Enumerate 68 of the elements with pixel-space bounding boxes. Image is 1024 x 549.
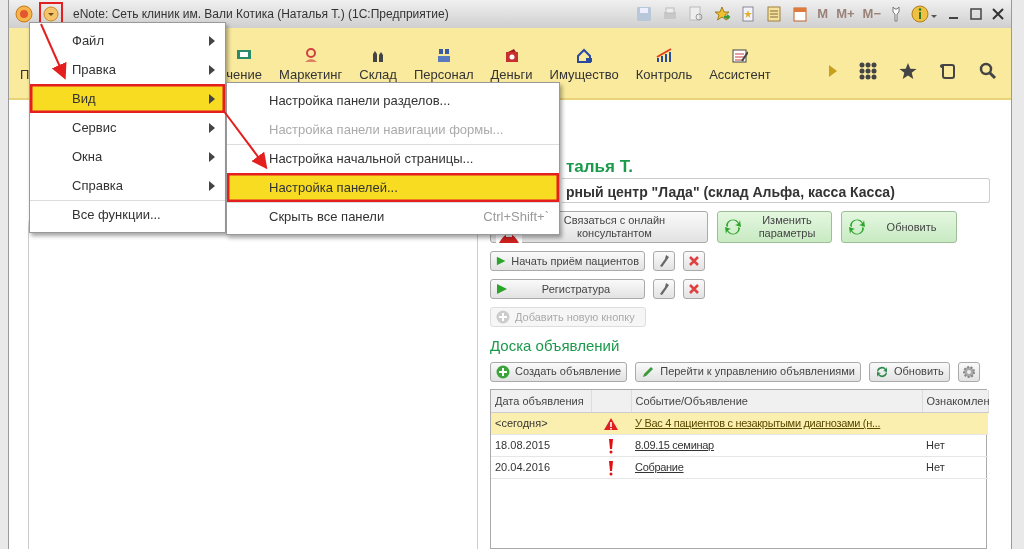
plus-icon <box>496 310 510 324</box>
table-cell: <сегодня> <box>495 417 548 429</box>
menu-item[interactable]: Настройка панелей... <box>227 173 559 202</box>
section-tab[interactable]: Персонал <box>413 46 474 84</box>
section-tab[interactable]: П <box>20 64 30 84</box>
table-cell: 18.08.2015 <box>495 438 551 451</box>
menu-item[interactable]: Настройка панели разделов... <box>227 86 559 115</box>
settings-icon <box>961 364 976 379</box>
settings-button[interactable] <box>957 361 980 382</box>
toolbar-button[interactable]: Перейти к управлению объявлениями <box>635 361 861 382</box>
announcement-link[interactable]: Собрание <box>635 460 684 473</box>
house-icon <box>576 46 593 63</box>
menu-item[interactable]: Окна <box>30 142 225 171</box>
section-heading: Доска объявлений <box>490 336 621 356</box>
section-tab[interactable]: Деньги <box>490 46 533 84</box>
delete-button[interactable] <box>683 251 705 271</box>
section-tab[interactable]: Маркетинг <box>279 46 343 84</box>
edit-button[interactable] <box>653 251 675 271</box>
quick-launch-button[interactable]: Начать приём пациентов <box>490 251 645 271</box>
menu-item[interactable]: Правка <box>30 55 225 84</box>
toolbar-button[interactable]: Создать объявление <box>490 361 628 382</box>
action-button[interactable]: Изменить параметры <box>717 211 832 243</box>
refresh-icon <box>847 217 867 237</box>
preview-icon[interactable] <box>687 5 706 23</box>
section-tab[interactable]: Ассистент <box>709 46 771 84</box>
toolbar-button[interactable]: Обновить <box>869 361 950 382</box>
window-title: eNote: Сеть клиник им. Вали Котика (Наталья Т.) (1С:Предприятие) <box>73 6 449 23</box>
maximize-icon[interactable] <box>969 7 983 21</box>
search-icon[interactable] <box>979 62 997 80</box>
chart-icon <box>655 46 672 63</box>
action-button[interactable]: Обновить <box>841 211 957 243</box>
menu-item[interactable]: Вид <box>30 84 225 113</box>
section-tab[interactable]: Склад <box>359 46 397 84</box>
section-tab[interactable]: чение <box>226 46 263 84</box>
delete-button[interactable] <box>683 279 705 299</box>
play-icon <box>496 283 508 295</box>
app-logo-icon[interactable] <box>15 5 33 23</box>
organization-field: рный центр "Лада" (склад Альфа, касса Касса) <box>562 178 990 203</box>
refresh-icon <box>723 217 743 237</box>
menu-item[interactable]: Все функции... <box>30 200 225 229</box>
table-cell: 20.04.2016 <box>495 460 551 473</box>
announcement-link[interactable]: 8.09.15 семинар <box>635 438 714 451</box>
menu-item[interactable]: Сервис <box>30 113 225 142</box>
play-icon <box>496 255 507 267</box>
section-tab[interactable]: Имущество <box>549 46 619 84</box>
menu-item[interactable]: Справка <box>30 171 225 200</box>
quick-launch-button[interactable]: Регистратура <box>490 279 645 299</box>
menu-item[interactable]: Скрыть все панели Ctrl+Shift+` <box>227 202 559 231</box>
menu-item[interactable]: Файл <box>30 26 225 55</box>
star-icon[interactable] <box>713 5 732 23</box>
close-icon[interactable] <box>991 7 1005 21</box>
refresh-icon <box>875 364 889 379</box>
delete-icon <box>688 283 700 295</box>
info-icon[interactable] <box>911 5 939 23</box>
delete-icon <box>688 255 700 267</box>
table-cell: Нет <box>926 460 945 473</box>
pencil-icon <box>641 364 656 379</box>
edit-button[interactable] <box>653 279 675 299</box>
apps-grid-icon[interactable] <box>859 62 877 80</box>
scroll-icon[interactable] <box>939 62 957 80</box>
star-icon[interactable] <box>899 62 917 80</box>
annotation-arrow <box>222 109 268 170</box>
section-tab[interactable]: Контроль <box>635 46 693 84</box>
table-cell: Нет <box>926 438 945 451</box>
people-icon <box>435 46 452 63</box>
plus-icon <box>496 364 510 379</box>
user-greeting: талья Т. <box>566 156 633 178</box>
annotation-arrow <box>40 23 67 80</box>
